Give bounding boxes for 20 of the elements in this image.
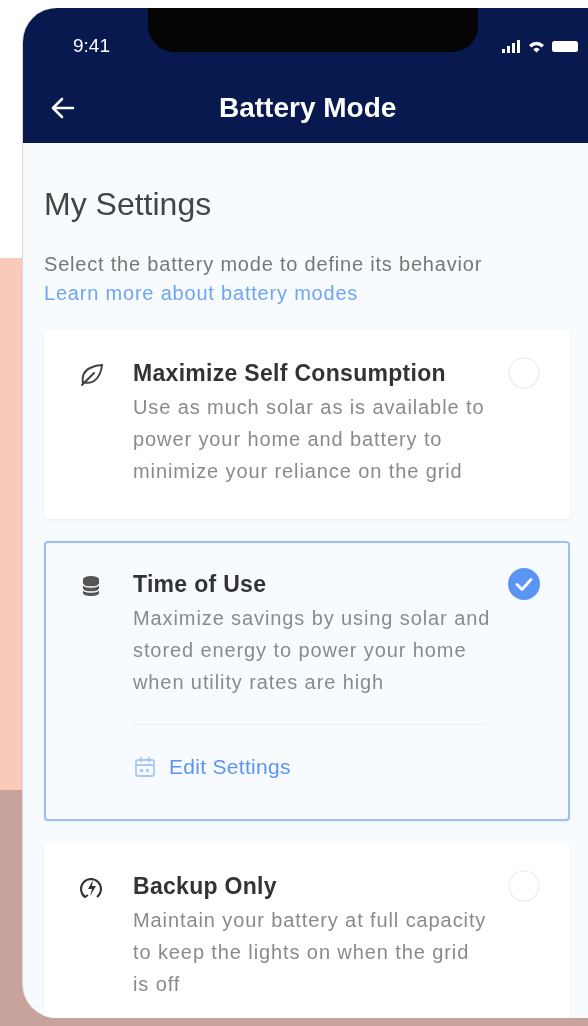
- back-button[interactable]: [51, 96, 77, 120]
- mode-title: Time of Use: [133, 571, 268, 598]
- selected-radio[interactable]: [508, 568, 540, 600]
- mode-title: Maximize Self Consumption: [133, 360, 447, 387]
- mode-description: Maintain your battery at full capacity to keep the lights on when the grid is off: [133, 908, 488, 997]
- status-time: 9:41: [73, 35, 110, 57]
- signal-icon: [502, 39, 520, 53]
- mode-card[interactable]: Backup Only Maintain your battery at full capacity to keep the lights on when the grid is off: [44, 843, 570, 1018]
- wifi-icon: [528, 39, 544, 53]
- mode-title: Backup Only: [133, 873, 278, 900]
- mode-description: Use as much solar as is available to power your home and battery to minimize your reliance on the grid: [133, 395, 486, 484]
- mode-card[interactable]: Time of Use Maximize savings by using solar and stored energy to power your home when utility rates are high Edit Settings: [44, 541, 570, 821]
- section-heading: My Settings: [44, 186, 213, 223]
- battery-icon: [552, 40, 578, 52]
- mode-description: Maximize savings by using solar and stored energy to power your home when utility rates are high: [133, 606, 491, 695]
- screen-title: Battery Mode: [219, 92, 397, 124]
- calendar-icon: [133, 755, 157, 779]
- bolt-cycle-icon: [77, 875, 104, 901]
- mode-card[interactable]: Maximize Self Consumption Use as much solar as is available to power your home and battery to minimize your reliance on the grid: [44, 330, 570, 519]
- section-description: Select the battery mode to define its behavior: [44, 253, 484, 276]
